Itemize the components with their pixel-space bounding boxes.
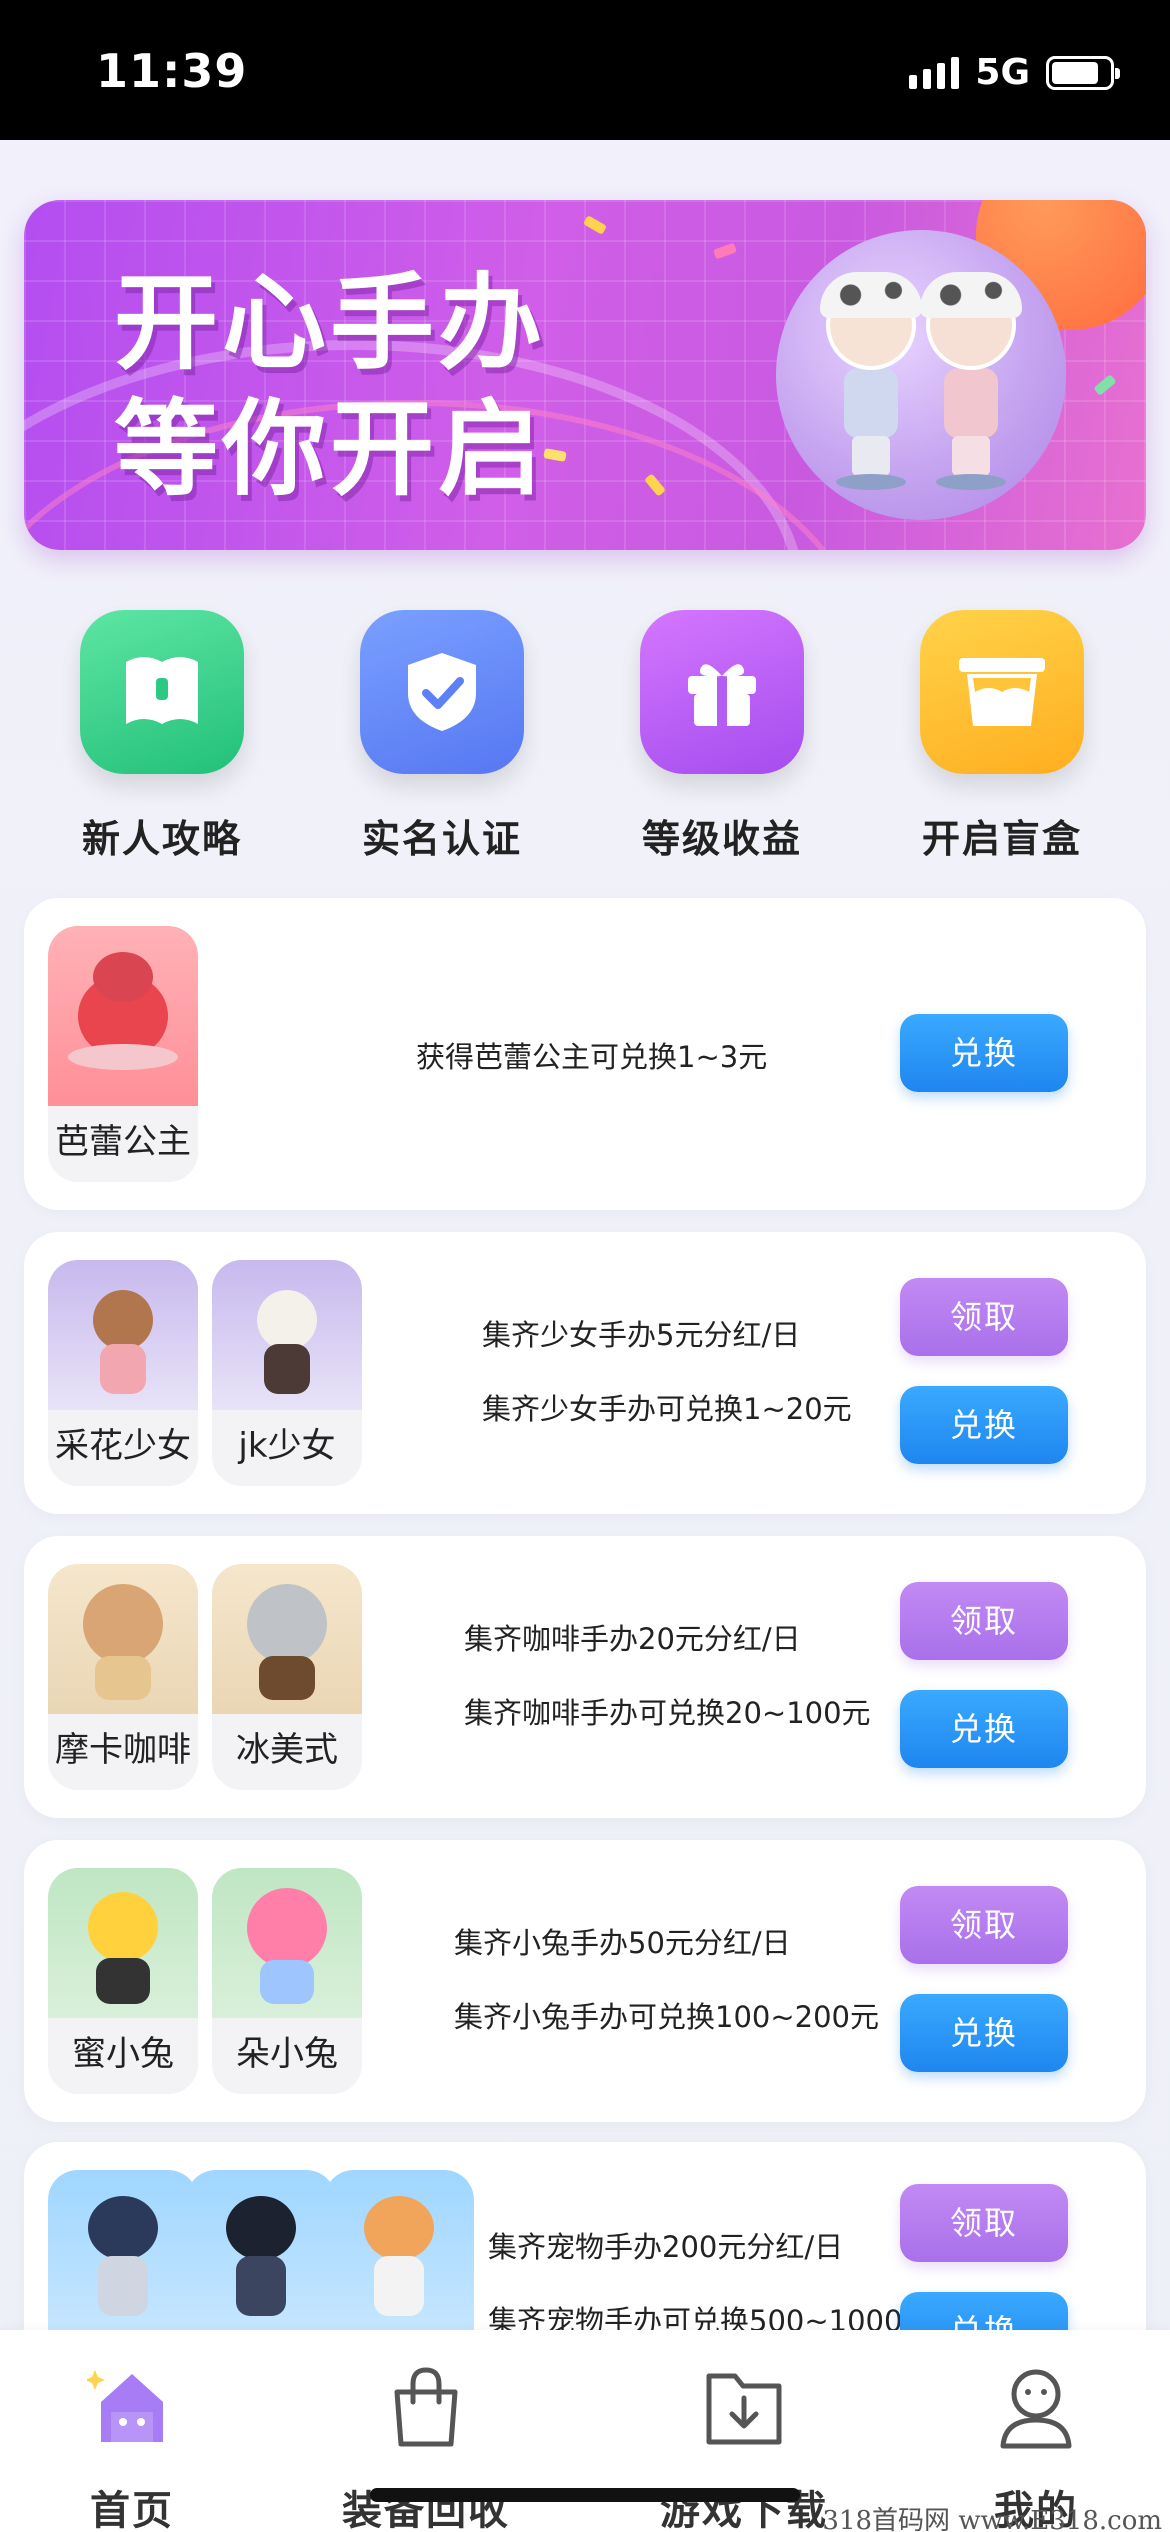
shopping-bag-icon xyxy=(381,2362,471,2452)
figure-name: 采花少女 xyxy=(48,1410,198,1486)
exchange-text: 集齐咖啡手办可兑换20~100元 xyxy=(464,1696,871,1730)
jk-girl-image xyxy=(212,1260,362,1410)
figure-thumb-iced-americano[interactable]: 冰美式 xyxy=(212,1564,362,1790)
exchange-text: 集齐小兔手办可兑换100~200元 xyxy=(454,2000,880,2034)
figure-boy-illustration xyxy=(820,272,922,490)
box-icon xyxy=(920,610,1084,774)
banner-title-line2: 等你开启 xyxy=(114,388,547,510)
figure-name: jk少女 xyxy=(212,1410,362,1486)
flower-bunny-image xyxy=(212,1868,362,2018)
figure-name: 朵小兔 xyxy=(212,2018,362,2094)
tab-equipment-recycle[interactable]: 装备回收 xyxy=(306,2362,546,2532)
dividend-text: 集齐咖啡手办20元分红/日 xyxy=(464,1622,801,1656)
quick-menu: 新人攻略 实名认证 等级收益 开启盲盒 xyxy=(0,610,1170,870)
figure-thumb-flower-girl[interactable]: 采花少女 xyxy=(48,1260,198,1486)
home-icon xyxy=(85,2362,177,2452)
mocha-image xyxy=(48,1564,198,1714)
home-indicator[interactable] xyxy=(370,2488,800,2502)
quick-menu-label: 实名认证 xyxy=(361,817,522,861)
status-indicators: 5G xyxy=(909,52,1120,93)
reward-card-bunny: 蜜小兔 朵小兔 集齐小兔手办50元分红/日 集齐小兔手办可兑换100~200元 … xyxy=(24,1840,1146,2122)
exchange-button[interactable]: 兑换 xyxy=(900,1994,1068,2072)
claim-button[interactable]: 领取 xyxy=(900,2184,1068,2262)
shield-check-icon xyxy=(360,610,524,774)
signal-icon xyxy=(909,56,960,89)
watermark: 318首码网 www.E318.com xyxy=(822,2506,1162,2532)
banner-figure-orb xyxy=(776,230,1066,520)
exchange-button[interactable]: 兑换 xyxy=(900,1014,1068,1092)
tab-home[interactable]: 首页 xyxy=(12,2362,252,2532)
reward-text: 获得芭蕾公主可兑换1~3元 xyxy=(416,1040,768,1074)
claim-button[interactable]: 领取 xyxy=(900,1886,1068,1964)
figure-name: 冰美式 xyxy=(212,1714,362,1790)
honey-bunny-image xyxy=(48,1868,198,2018)
reward-card-ballet: 芭蕾公主 获得芭蕾公主可兑换1~3元 兑换 xyxy=(24,898,1146,1210)
quick-menu-label: 开启盲盒 xyxy=(921,817,1082,861)
figure-thumb-flower-bunny[interactable]: 朵小兔 xyxy=(212,1868,362,2094)
claim-button[interactable]: 领取 xyxy=(900,1582,1068,1660)
claim-button[interactable]: 领取 xyxy=(900,1278,1068,1356)
promo-banner[interactable]: 开心手办 等你开启 xyxy=(24,200,1146,550)
figure-name: 摩卡咖啡 xyxy=(48,1714,198,1790)
quick-menu-level-income[interactable]: 等级收益 xyxy=(622,610,822,863)
network-type: 5G xyxy=(975,52,1030,93)
dividend-text: 集齐小兔手办50元分红/日 xyxy=(454,1926,791,1960)
figure-thumb-ballet-princess[interactable]: 芭蕾公主 xyxy=(48,926,198,1182)
quick-menu-open-blindbox[interactable]: 开启盲盒 xyxy=(902,610,1102,863)
iced-americano-image xyxy=(212,1564,362,1714)
dividend-text: 集齐少女手办5元分红/日 xyxy=(482,1318,801,1352)
figure-thumb-mocha[interactable]: 摩卡咖啡 xyxy=(48,1564,198,1790)
exchange-button[interactable]: 兑换 xyxy=(900,1386,1068,1464)
reward-card-coffee: 摩卡咖啡 冰美式 集齐咖啡手办20元分红/日 集齐咖啡手办可兑换20~100元 … xyxy=(24,1536,1146,1818)
status-bar: 11:39 5G xyxy=(0,0,1170,140)
figure-name: 蜜小兔 xyxy=(48,2018,198,2094)
tab-label: 首页 xyxy=(90,2488,174,2532)
book-icon xyxy=(80,610,244,774)
gift-icon xyxy=(640,610,804,774)
ballet-princess-image xyxy=(48,926,198,1106)
download-folder-icon xyxy=(699,2362,789,2452)
flower-girl-image xyxy=(48,1260,198,1410)
figure-thumb-honey-bunny[interactable]: 蜜小兔 xyxy=(48,1868,198,2094)
quick-menu-real-name[interactable]: 实名认证 xyxy=(342,610,542,863)
exchange-text: 集齐少女手办可兑换1~20元 xyxy=(482,1392,852,1426)
battery-icon xyxy=(1046,55,1120,90)
user-icon xyxy=(991,2362,1081,2452)
exchange-button[interactable]: 兑换 xyxy=(900,1690,1068,1768)
banner-title: 开心手办 等你开启 xyxy=(114,260,546,512)
quick-menu-label: 新人攻略 xyxy=(81,817,242,861)
tab-label: 装备回收 xyxy=(342,2488,510,2532)
figure-name: 芭蕾公主 xyxy=(48,1106,198,1182)
quick-menu-label: 等级收益 xyxy=(641,817,802,861)
quick-menu-newbie-guide[interactable]: 新人攻略 xyxy=(62,610,262,863)
reward-card-girls: 采花少女 jk少女 集齐少女手办5元分红/日 集齐少女手办可兑换1~20元 领取… xyxy=(24,1232,1146,1514)
figure-thumb-jk-girl[interactable]: jk少女 xyxy=(212,1260,362,1486)
banner-title-line1: 开心手办 xyxy=(114,262,547,384)
figure-girl-illustration xyxy=(920,272,1022,490)
dividend-text: 集齐宠物手办200元分红/日 xyxy=(488,2230,844,2264)
status-time: 11:39 xyxy=(96,44,248,98)
